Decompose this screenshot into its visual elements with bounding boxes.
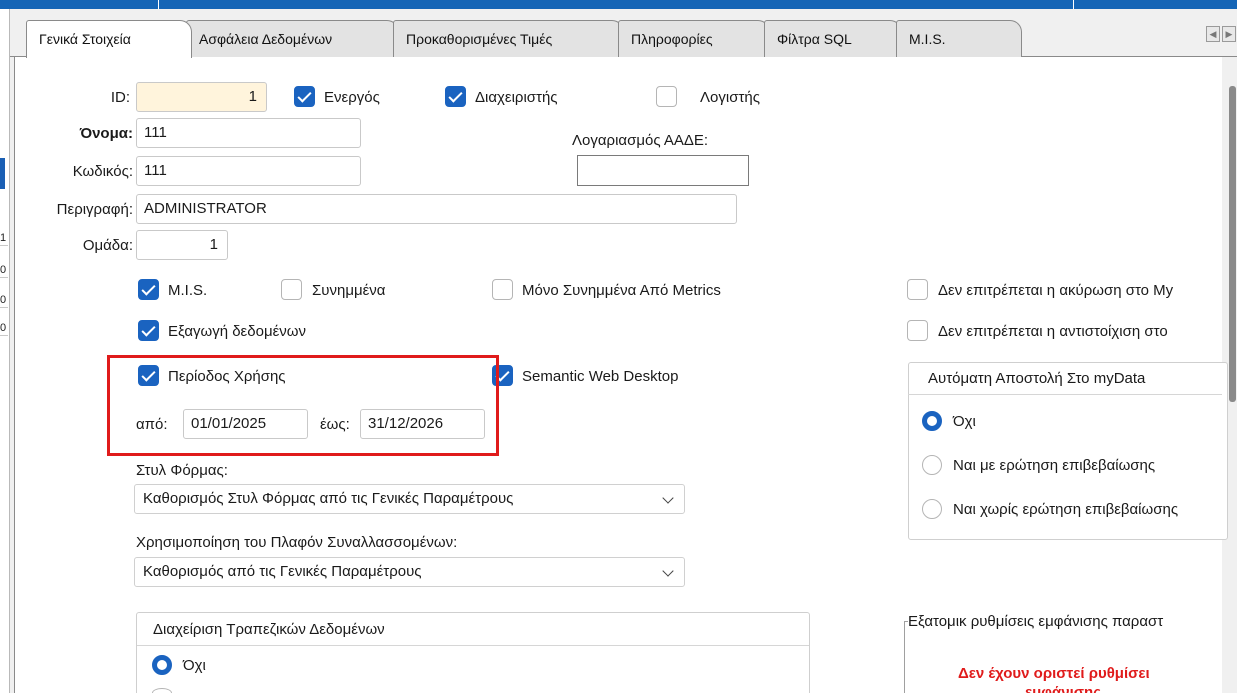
tab-scroll-right-icon[interactable]: ▶	[1222, 26, 1236, 42]
mydata-radio-confirm[interactable]	[922, 455, 942, 475]
id-field[interactable]: 1	[136, 82, 267, 112]
tab-scroll-left-icon[interactable]: ◀	[1206, 26, 1220, 42]
chevron-down-icon	[662, 492, 674, 504]
description-field[interactable]: ADMINISTRATOR	[136, 194, 737, 224]
mydata-title: Αυτόματη Αποστολή Στο myData	[928, 370, 1146, 387]
highlight-rectangle	[107, 355, 499, 456]
bank-radio-no[interactable]	[152, 655, 172, 675]
form-style-select[interactable]: Καθορισμός Στυλ Φόρμας από τις Γενικές Π…	[134, 484, 685, 514]
tab-data-security[interactable]: Ασφάλεια Δεδομένων	[186, 20, 399, 57]
top-bar-separator	[158, 0, 159, 9]
window-top-bar	[0, 0, 1237, 9]
aade-label: Λογαριασμός ΑΑΔΕ:	[572, 132, 709, 149]
semantic-web-label: Semantic Web Desktop	[522, 368, 679, 385]
bank-title: Διαχείριση Τραπεζικών Δεδομένων	[153, 621, 385, 638]
active-label: Ενεργός	[324, 89, 380, 106]
admin-checkbox[interactable]	[445, 86, 466, 107]
no-match-label: Δεν επιτρέπεται η αντιστοίχιση στο	[938, 323, 1168, 340]
mis-checkbox[interactable]	[138, 279, 159, 300]
left-selection-marker	[0, 158, 5, 189]
mydata-option-no-confirm: Ναι χωρίς ερώτηση επιβεβαίωσης	[953, 501, 1179, 518]
scrollbar-thumb[interactable]	[1229, 86, 1236, 402]
tab-sql-filters[interactable]: Φίλτρα SQL	[764, 20, 902, 57]
mydata-divider	[908, 394, 1222, 395]
chevron-down-icon	[662, 565, 674, 577]
code-label: Κωδικός:	[72, 163, 133, 180]
no-cancel-checkbox[interactable]	[907, 279, 928, 300]
credit-limit-label: Χρησιμοποίηση του Πλαφόν Συναλλασσομένων…	[136, 534, 458, 551]
metrics-only-checkbox[interactable]	[492, 279, 513, 300]
mydata-radio-no[interactable]	[922, 411, 942, 431]
no-cancel-label: Δεν επιτρέπεται η ακύρωση στο My	[938, 282, 1174, 299]
form-style-label: Στυλ Φόρμας:	[136, 462, 228, 479]
mis-label: M.I.S.	[168, 282, 208, 299]
display-warning-line2: εμφάνισης	[1025, 684, 1101, 693]
name-label: Όνομα:	[79, 125, 133, 142]
mydata-option-no: Όχι	[953, 413, 976, 430]
no-match-checkbox[interactable]	[907, 320, 928, 341]
code-field[interactable]: 111	[136, 156, 361, 186]
tab-general[interactable]: Γενικά Στοιχεία	[26, 20, 192, 58]
left-grid-cell: 0	[0, 264, 8, 278]
export-checkbox[interactable]	[138, 320, 159, 341]
display-group-border	[904, 621, 905, 693]
group-label: Ομάδα:	[82, 237, 133, 254]
bank-option-no: Όχι	[183, 657, 206, 674]
mydata-radio-no-confirm[interactable]	[922, 499, 942, 519]
left-grid-cell: 0	[0, 294, 8, 308]
display-warning: Δεν έχουν οριστεί ρυθμίσει	[958, 665, 1150, 682]
id-label: ID:	[110, 89, 130, 106]
description-label: Περιγραφή:	[56, 201, 133, 218]
active-checkbox[interactable]	[294, 86, 315, 107]
metrics-only-label: Μόνο Συνημμένα Από Metrics	[522, 282, 721, 299]
bank-divider	[137, 645, 809, 646]
credit-limit-select[interactable]: Καθορισμός από τις Γενικές Παραμέτρους	[134, 557, 685, 587]
form-style-value: Καθορισμός Στυλ Φόρμας από τις Γενικές Π…	[143, 490, 514, 507]
tab-default-values[interactable]: Προκαθορισμένες Τιμές	[393, 20, 624, 57]
attachments-checkbox[interactable]	[281, 279, 302, 300]
export-label: Εξαγωγή δεδομένων	[168, 323, 306, 340]
admin-label: Διαχειριστής	[475, 89, 558, 106]
credit-limit-value: Καθορισμός από τις Γενικές Παραμέτρους	[143, 563, 422, 580]
group-field[interactable]: 1	[136, 230, 228, 260]
left-panel: 1 0 0 0	[0, 9, 10, 693]
left-grid-cell: 0	[0, 322, 8, 336]
tab-info[interactable]: Πληροφορίες	[618, 20, 770, 57]
attachments-label: Συνημμένα	[312, 282, 386, 299]
display-settings-title: Εξατομικ ρυθμίσεις εμφάνισης παραστ	[908, 612, 1222, 632]
bank-radio-second[interactable]	[152, 688, 172, 693]
name-field[interactable]: 111	[136, 118, 361, 148]
left-grid-cell: 1	[0, 232, 8, 246]
accountant-checkbox[interactable]	[656, 86, 677, 107]
mydata-option-confirm: Ναι με ερώτηση επιβεβαίωσης	[953, 457, 1156, 474]
tab-mis[interactable]: M.I.S.	[896, 20, 1022, 57]
accountant-label: Λογιστής	[700, 89, 760, 106]
aade-field[interactable]	[577, 155, 749, 186]
top-bar-separator	[1073, 0, 1074, 9]
